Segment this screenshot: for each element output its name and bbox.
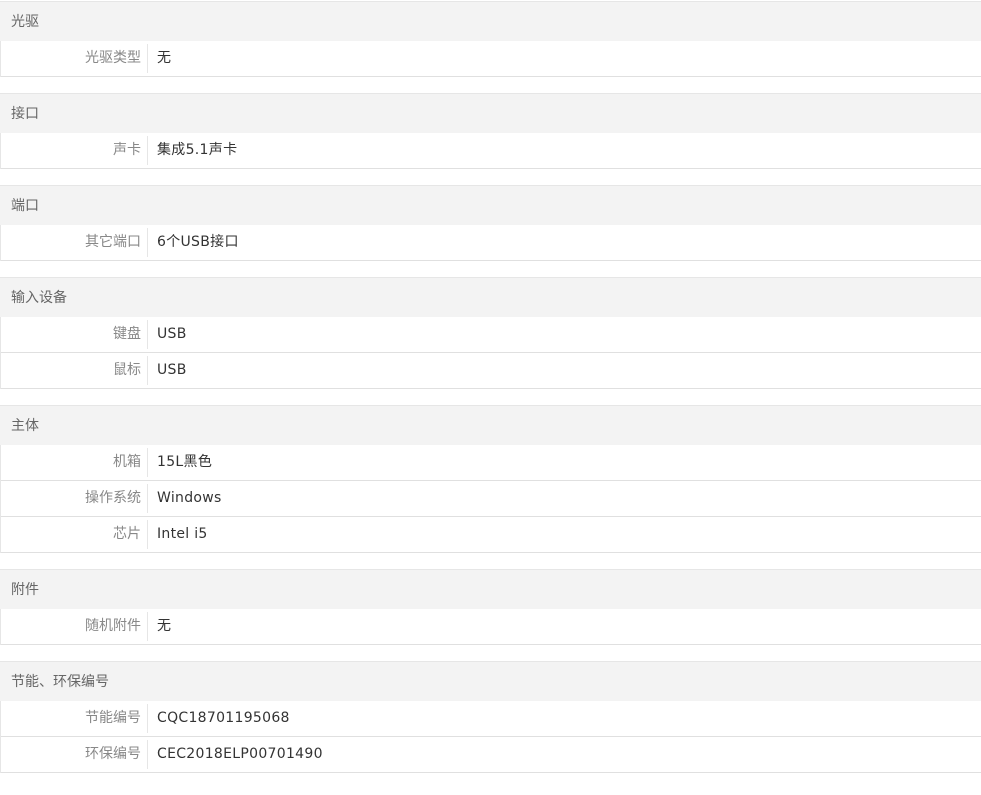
- spec-value: CEC2018ELP00701490: [157, 746, 323, 762]
- section-rows: 声卡 集成5.1声卡: [0, 133, 981, 169]
- spec-value: 15L黑色: [157, 454, 213, 470]
- spec-label: 声卡: [113, 142, 141, 158]
- spec-value: Intel i5: [157, 526, 208, 542]
- section-rows: 其它端口 6个USB接口: [0, 225, 981, 261]
- section-rows: 机箱 15L黑色 操作系统 Windows 芯片 Intel i5: [0, 445, 981, 553]
- section-rows: 随机附件 无: [0, 609, 981, 645]
- section-title: 主体: [0, 405, 981, 445]
- spec-row: 鼠标 USB: [1, 353, 981, 389]
- spec-value: CQC18701195068: [157, 710, 290, 726]
- spec-row: 键盘 USB: [1, 317, 981, 353]
- spec-label: 节能编号: [85, 710, 141, 726]
- section-rows: 节能编号 CQC18701195068 环保编号 CEC2018ELP00701…: [0, 701, 981, 773]
- section-rows: 键盘 USB 鼠标 USB: [0, 317, 981, 389]
- spec-label: 光驱类型: [85, 50, 141, 66]
- section-rows: 光驱类型 无: [0, 41, 981, 77]
- spec-label: 随机附件: [85, 618, 141, 634]
- spec-row: 其它端口 6个USB接口: [1, 225, 981, 261]
- spec-label: 鼠标: [113, 362, 141, 378]
- spec-value: Windows: [157, 490, 222, 506]
- spec-row: 环保编号 CEC2018ELP00701490: [1, 737, 981, 773]
- spec-section-interface: 接口 声卡 集成5.1声卡: [0, 93, 981, 169]
- spec-row: 随机附件 无: [1, 609, 981, 645]
- spec-value: USB: [157, 326, 187, 342]
- spec-section-input-devices: 输入设备 键盘 USB 鼠标 USB: [0, 277, 981, 389]
- spec-section-energy-eco-numbers: 节能、环保编号 节能编号 CQC18701195068 环保编号 CEC2018…: [0, 661, 981, 773]
- spec-section-accessories: 附件 随机附件 无: [0, 569, 981, 645]
- spec-value: USB: [157, 362, 187, 378]
- spec-section-optical-drive: 光驱 光驱类型 无: [0, 1, 981, 77]
- spec-row: 操作系统 Windows: [1, 481, 981, 517]
- spec-row: 声卡 集成5.1声卡: [1, 133, 981, 169]
- spec-value: 集成5.1声卡: [157, 142, 238, 158]
- spec-row: 光驱类型 无: [1, 41, 981, 77]
- section-title: 光驱: [0, 1, 981, 41]
- section-title: 节能、环保编号: [0, 661, 981, 701]
- section-title: 输入设备: [0, 277, 981, 317]
- spec-label: 环保编号: [85, 746, 141, 762]
- section-title: 附件: [0, 569, 981, 609]
- spec-row: 节能编号 CQC18701195068: [1, 701, 981, 737]
- spec-value: 无: [157, 618, 172, 634]
- spec-value: 无: [157, 50, 172, 66]
- spec-label: 机箱: [113, 454, 141, 470]
- spec-label: 芯片: [113, 526, 141, 542]
- spec-section-main-unit: 主体 机箱 15L黑色 操作系统 Windows 芯片 Intel i5: [0, 405, 981, 553]
- spec-section-ports: 端口 其它端口 6个USB接口: [0, 185, 981, 261]
- spec-label: 键盘: [113, 326, 141, 342]
- spec-row: 芯片 Intel i5: [1, 517, 981, 553]
- spec-table: 光驱 光驱类型 无 接口 声卡 集成5.1声卡 端口 其它端口 6个USB接口 …: [0, 0, 981, 773]
- spec-label: 其它端口: [85, 234, 141, 250]
- section-title: 接口: [0, 93, 981, 133]
- spec-label: 操作系统: [85, 490, 141, 506]
- spec-row: 机箱 15L黑色: [1, 445, 981, 481]
- section-title: 端口: [0, 185, 981, 225]
- spec-value: 6个USB接口: [157, 234, 239, 250]
